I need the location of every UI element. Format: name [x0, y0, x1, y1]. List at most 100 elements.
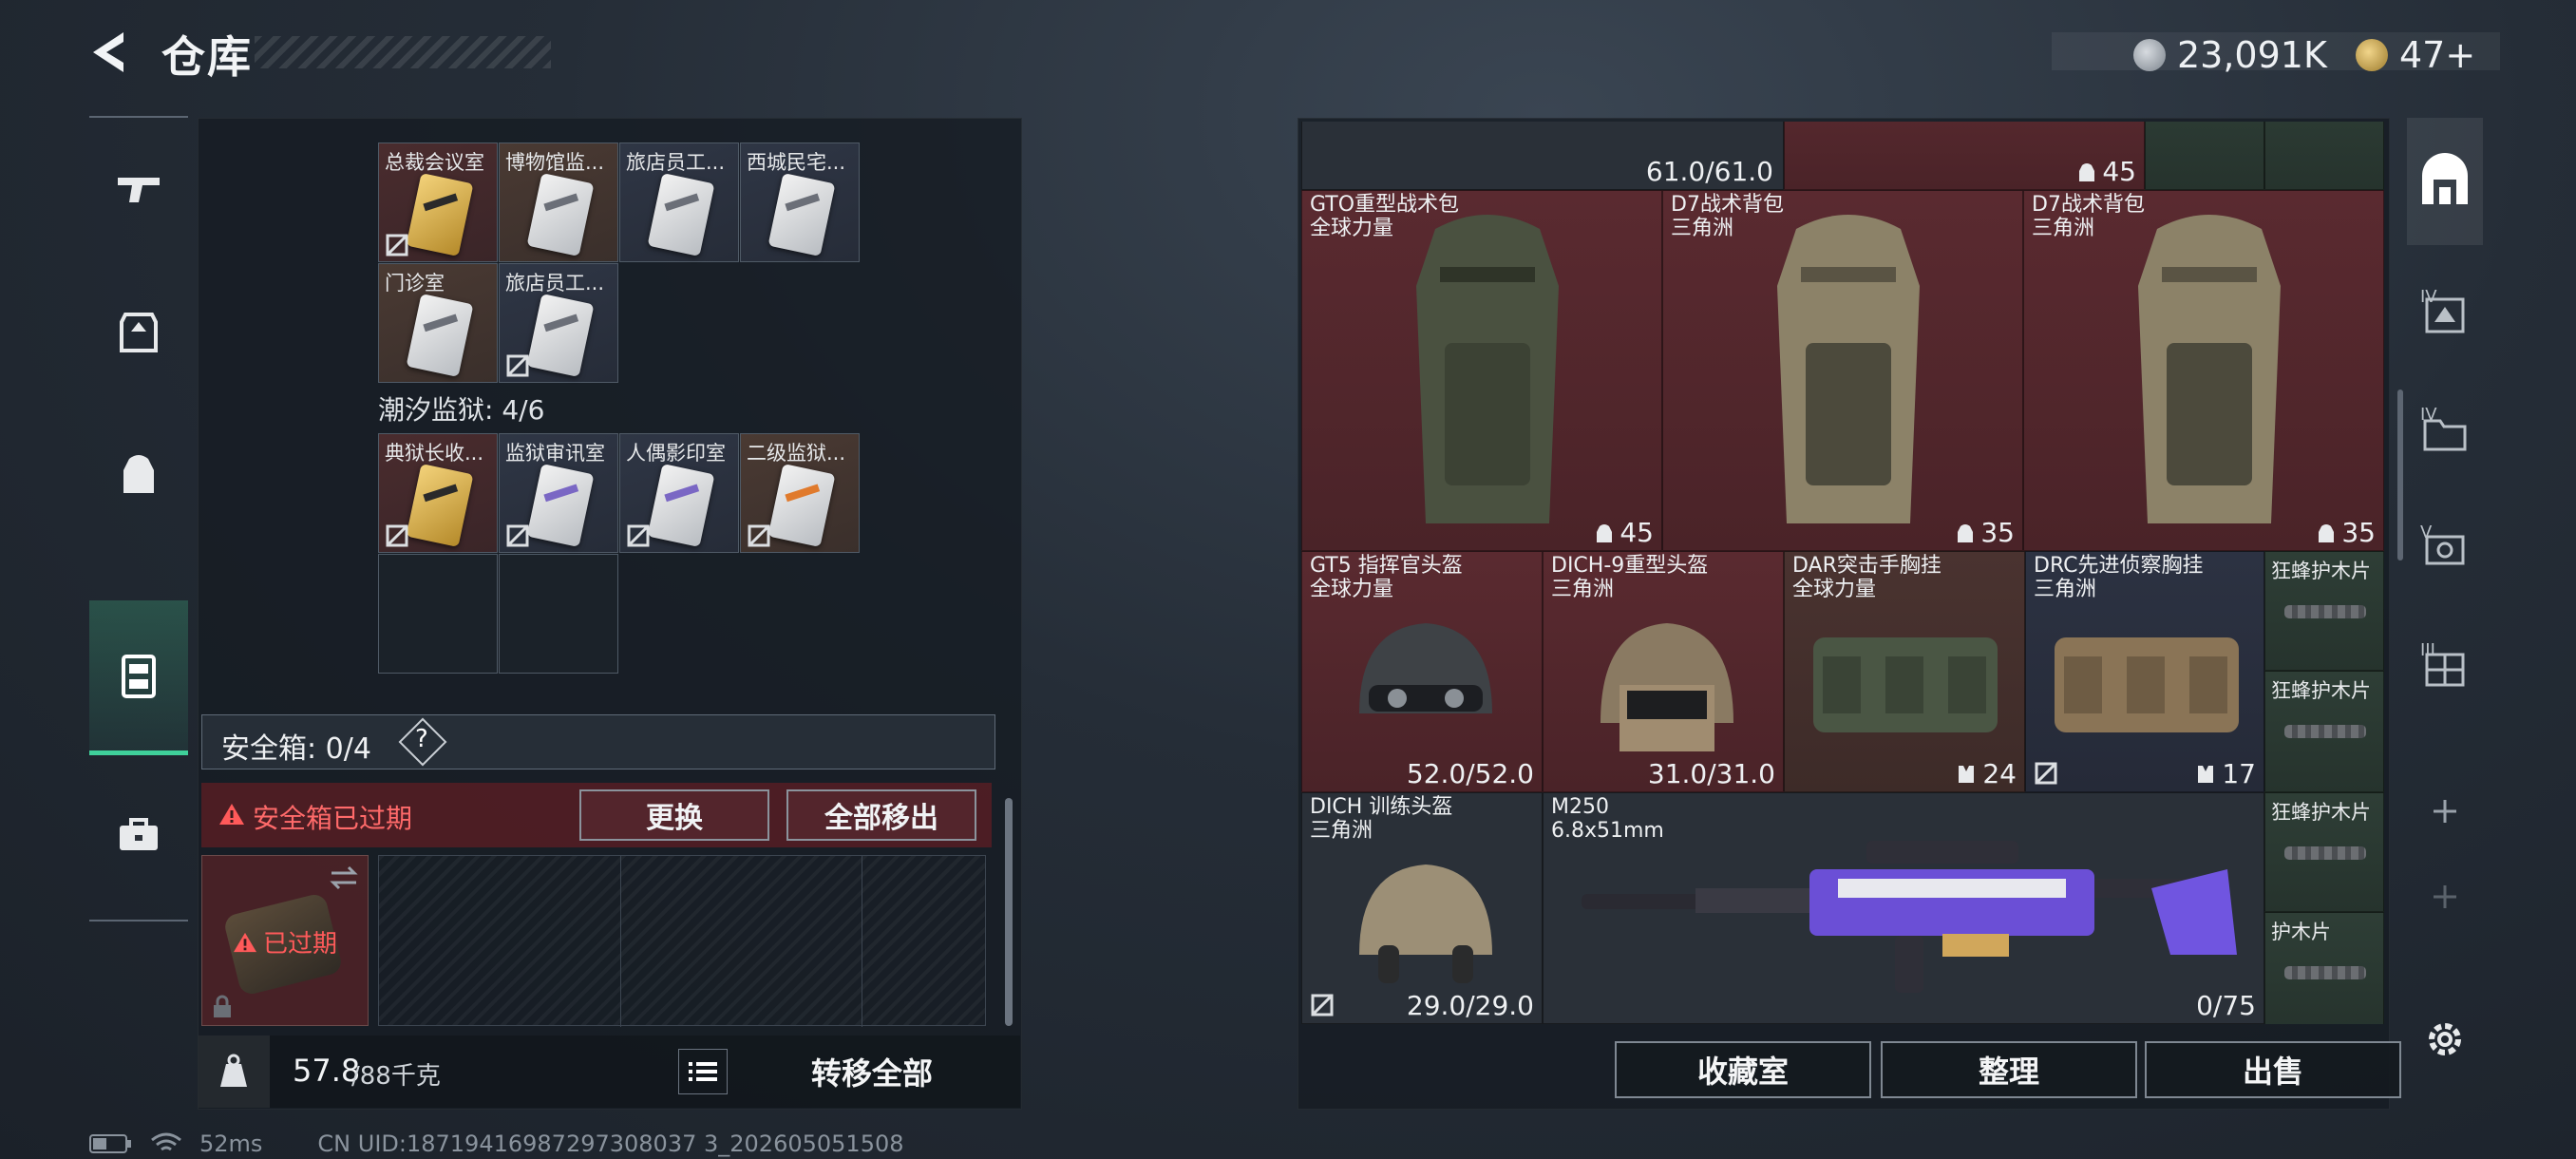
nav-divider-bottom [89, 920, 188, 922]
no-insure-icon [1311, 994, 1334, 1016]
capacity-icon [2079, 162, 2095, 181]
item-cell-partial[interactable]: 45 [1784, 122, 2145, 190]
keycard-slot[interactable]: 监狱审讯室 [499, 433, 618, 553]
tab-storage-4b[interactable]: IV [2407, 376, 2483, 490]
plate-item[interactable]: 护木片 [2264, 912, 2384, 1024]
keycard-icon [647, 173, 715, 256]
safebox-slot[interactable]: 已过期 [201, 855, 369, 1026]
storage-scrollbar[interactable] [2397, 390, 2403, 560]
currency-main[interactable]: 23,091K [2133, 34, 2327, 76]
keycard-slot[interactable]: 博物馆监... [499, 142, 618, 262]
replace-button[interactable]: 更换 [579, 789, 769, 841]
keycard-slot[interactable]: 西城民宅... [740, 142, 860, 262]
nav-briefcase[interactable] [89, 764, 188, 906]
tab-storage-3[interactable]: III [2407, 612, 2483, 726]
back-arrow-icon[interactable] [85, 27, 137, 78]
gear-icon [2429, 1023, 2461, 1055]
empty-slot[interactable] [378, 554, 498, 674]
premium-coin-icon [2356, 39, 2388, 71]
vest-capacity-icon [1959, 765, 1975, 783]
side-nav [89, 118, 188, 923]
helmet-item[interactable]: DICH-9重型头盔 三角洲 31.0/31.0 [1543, 551, 1784, 792]
helmet-item[interactable]: GT5 指挥官头盔 全球力量 52.0/52.0 [1301, 551, 1543, 792]
keycard-slot[interactable]: 人偶影印室 [619, 433, 739, 553]
transfer-all-button[interactable]: 转移全部 [748, 1045, 995, 1098]
remove-all-button[interactable]: 全部移出 [786, 789, 976, 841]
keycard-slot[interactable]: 二级监狱... [740, 433, 860, 553]
storage-icon [122, 655, 156, 698]
weapon-item[interactable]: M250 6.8x51mm 0/75 [1543, 792, 2264, 1024]
no-insure-icon [506, 354, 529, 377]
no-insure-icon [506, 524, 529, 547]
keycard-slot[interactable]: 典狱长收... [378, 433, 498, 553]
plate-item[interactable]: 狂蜂护木片 [2264, 671, 2384, 792]
storage-tabs: IV IV V III [2407, 118, 2483, 1108]
item-cell-partial[interactable] [2264, 122, 2384, 190]
keycard-icon [406, 294, 474, 377]
left-scrollbar[interactable] [1005, 798, 1013, 1026]
warehouse-icon [2422, 153, 2468, 204]
tab-main-storage[interactable] [2407, 118, 2483, 245]
title-decoration [255, 36, 551, 68]
no-insure-icon [627, 524, 650, 547]
no-insure-icon [386, 524, 408, 547]
plate-item[interactable]: 狂蜂护木片 [2264, 792, 2384, 912]
keycard-icon [526, 173, 595, 256]
list-icon [689, 1062, 717, 1081]
settings-button[interactable] [2407, 992, 2483, 1087]
backpack-item[interactable]: D7战术背包 三角洲 35 [2023, 190, 2384, 551]
collection-room-button[interactable]: 收藏室 [1615, 1041, 1871, 1098]
vest-item[interactable]: DRC先进侦察胸挂 三角洲 17 [2025, 551, 2264, 792]
empty-slot[interactable] [499, 554, 618, 674]
section-title-prison: 潮汐监狱: 4/6 [378, 394, 545, 426]
armor-icon [120, 313, 158, 352]
capacity-icon [1958, 523, 1974, 542]
keycard-slot[interactable]: 门诊室 [378, 263, 498, 383]
safebox-grid [378, 855, 986, 1027]
weight-bar: 57.8 /88千克 转移全部 [198, 1036, 1020, 1108]
keycard-slot[interactable]: 旅店员工... [499, 263, 618, 383]
keycard-slot[interactable]: 旅店员工... [619, 142, 739, 262]
add-storage-button[interactable] [2407, 773, 2483, 849]
keycard-slot[interactable]: 总裁会议室 [378, 142, 498, 262]
nav-storage[interactable] [89, 600, 188, 755]
battery-icon [89, 1134, 131, 1153]
plate-item[interactable]: 狂蜂护木片 [2264, 551, 2384, 671]
nav-weapons[interactable] [89, 118, 188, 260]
warning-icon [234, 932, 256, 952]
helmet-item[interactable]: DICH 训练头盔 三角洲 29.0/29.0 [1301, 792, 1543, 1024]
no-insure-icon [386, 234, 408, 256]
tab-storage-5[interactable]: V [2407, 494, 2483, 608]
keycard-icon [647, 464, 715, 547]
plus-icon [2434, 800, 2456, 823]
capacity-icon [2319, 523, 2335, 542]
helmet-icon [1359, 864, 1492, 983]
backpack-item[interactable]: D7战术背包 三角洲 35 [1662, 190, 2023, 551]
vest-item[interactable]: DAR突击手胸挂 全球力量 24 [1784, 551, 2025, 792]
backpack-item[interactable]: GTO重型战术包 全球力量 45 [1301, 190, 1662, 551]
backpack-icon [1416, 215, 1559, 523]
storage-grid: 61.0/61.0 45 GTO重型战术包全球力量 45 D7战术背包三角洲 [1301, 122, 2384, 1024]
keycard-icon [406, 464, 474, 547]
plate-icon [2284, 605, 2366, 618]
item-cell-partial[interactable] [2145, 122, 2264, 190]
helmet-icon [1359, 623, 1492, 713]
briefcase-icon [120, 818, 158, 850]
gun-icon [118, 178, 160, 202]
lock-icon [214, 995, 231, 1017]
tab-storage-4a[interactable]: IV [2407, 258, 2483, 372]
add-storage-button-2[interactable] [2407, 859, 2483, 935]
plus-icon [2434, 885, 2456, 908]
backpack-icon [123, 455, 154, 493]
list-view-button[interactable] [678, 1049, 728, 1094]
nav-armor[interactable] [89, 260, 188, 403]
nav-backpack[interactable] [89, 403, 188, 545]
page-title: 仓库 [161, 31, 253, 83]
organize-button[interactable]: 整理 [1881, 1041, 2137, 1098]
safebox-bar: 安全箱: 0/4 ? [201, 714, 995, 770]
item-cell-partial[interactable]: 61.0/61.0 [1301, 122, 1784, 190]
sell-button[interactable]: 出售 [2145, 1041, 2401, 1098]
keycard-icon [526, 464, 595, 547]
currency-premium[interactable]: 47+ [2356, 34, 2475, 76]
wifi-icon [151, 1132, 181, 1151]
